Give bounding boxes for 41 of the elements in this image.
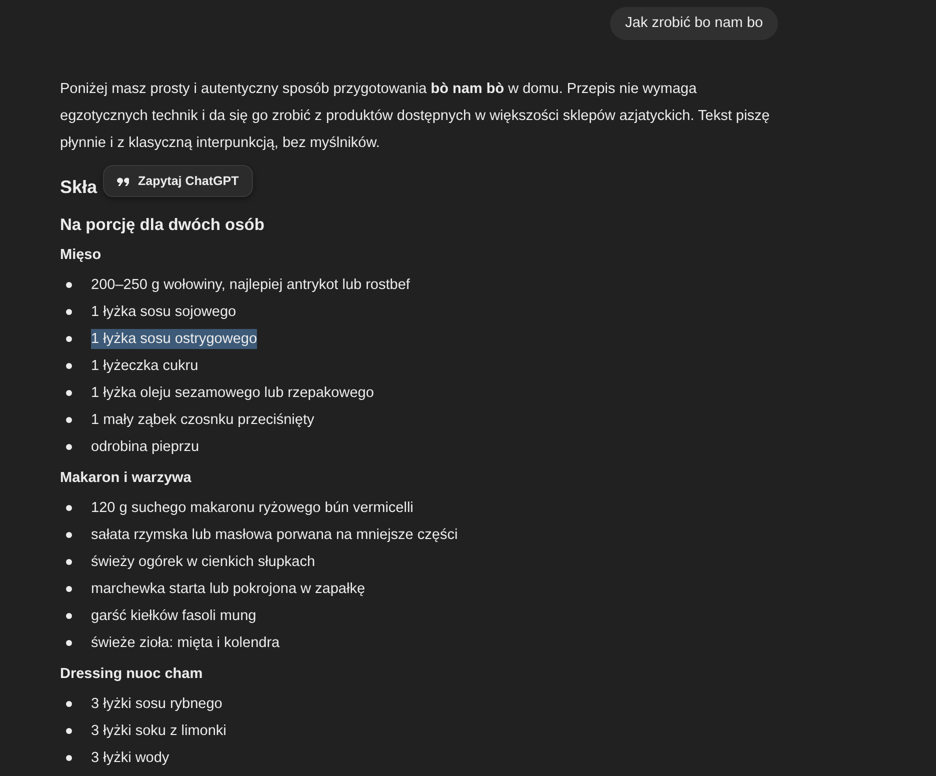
list-item: odrobina pieprzu bbox=[91, 438, 200, 456]
bullet-icon bbox=[66, 754, 72, 760]
bullet-icon bbox=[66, 362, 72, 368]
list-item: 1 mały ząbek czosnku przeciśnięty bbox=[91, 410, 314, 430]
list-item: 1 łyżeczka cukru bbox=[91, 356, 198, 376]
bullet-icon bbox=[66, 390, 72, 396]
list-item: 1 łyżka oleju sezamowego lub rzepakowego bbox=[91, 384, 374, 402]
bullet-icon bbox=[66, 444, 72, 450]
bullet-icon bbox=[66, 532, 72, 538]
list-item: świeży ogórek w cienkich słupkach bbox=[91, 552, 316, 572]
bullet-icon bbox=[66, 586, 72, 592]
answer-paragraph: Poniżej masz prosty i autentyczny sposób przygotowania bò nam bò w domu. Przepis nie wymaga egzotycznych technik i da się go zrobić z produktów dostępnych w większości sklepów azjatyckich. Tekst piszę płynnie i z klasyczną interpunkcją, bez myślników. bbox=[60, 80, 771, 153]
bullet-icon bbox=[66, 728, 72, 734]
list-item: 1 łyżka sosu ostrygowego bbox=[91, 328, 258, 348]
list-heading: Makaron i warzywa bbox=[60, 469, 192, 488]
list-item: 3 łyżki wody bbox=[91, 748, 170, 768]
bullet-icon bbox=[66, 308, 72, 314]
list-item: świeże zioła: mięta i kolendra bbox=[91, 634, 280, 652]
list-item: 120 g suchego makaronu ryżowego bún vermicelli bbox=[91, 498, 414, 518]
ask-chatgpt-button[interactable]: Zapytaj ChatGPT bbox=[103, 165, 253, 197]
list-item: 3 łyżki sosu rybnego bbox=[91, 694, 222, 714]
bullet-icon bbox=[66, 416, 72, 422]
list-item: 200–250 g wołowiny, najlepiej antrykot lub rostbef bbox=[91, 276, 410, 294]
list-item: garść kiełków fasoli mung bbox=[91, 606, 256, 626]
list-heading: Mięso bbox=[60, 246, 102, 265]
bullet-icon bbox=[66, 336, 72, 342]
list-item: marchewka starta lub pokrojona w zapałkę bbox=[91, 580, 366, 598]
bullet-icon bbox=[66, 558, 72, 564]
bullet-icon bbox=[66, 640, 72, 646]
bullet-icon bbox=[66, 282, 72, 288]
list-heading: Dressing nuoc cham bbox=[60, 665, 204, 684]
list-item: sałata rzymska lub masłowa porwana na mniejsze części bbox=[91, 526, 458, 544]
subheading: Na porcję dla dwóch osób bbox=[60, 215, 266, 236]
section-heading: Skła bbox=[60, 176, 98, 199]
bullet-icon bbox=[66, 504, 72, 510]
list-item: 3 łyżki soku z limonki bbox=[91, 722, 226, 740]
bullet-icon bbox=[66, 700, 72, 706]
bullet-icon bbox=[66, 612, 72, 618]
list-item: 1 łyżka sosu sojowego bbox=[91, 302, 236, 322]
quote-icon bbox=[117, 176, 129, 186]
user-message: Jak zrobić bo nam bo bbox=[610, 7, 778, 40]
